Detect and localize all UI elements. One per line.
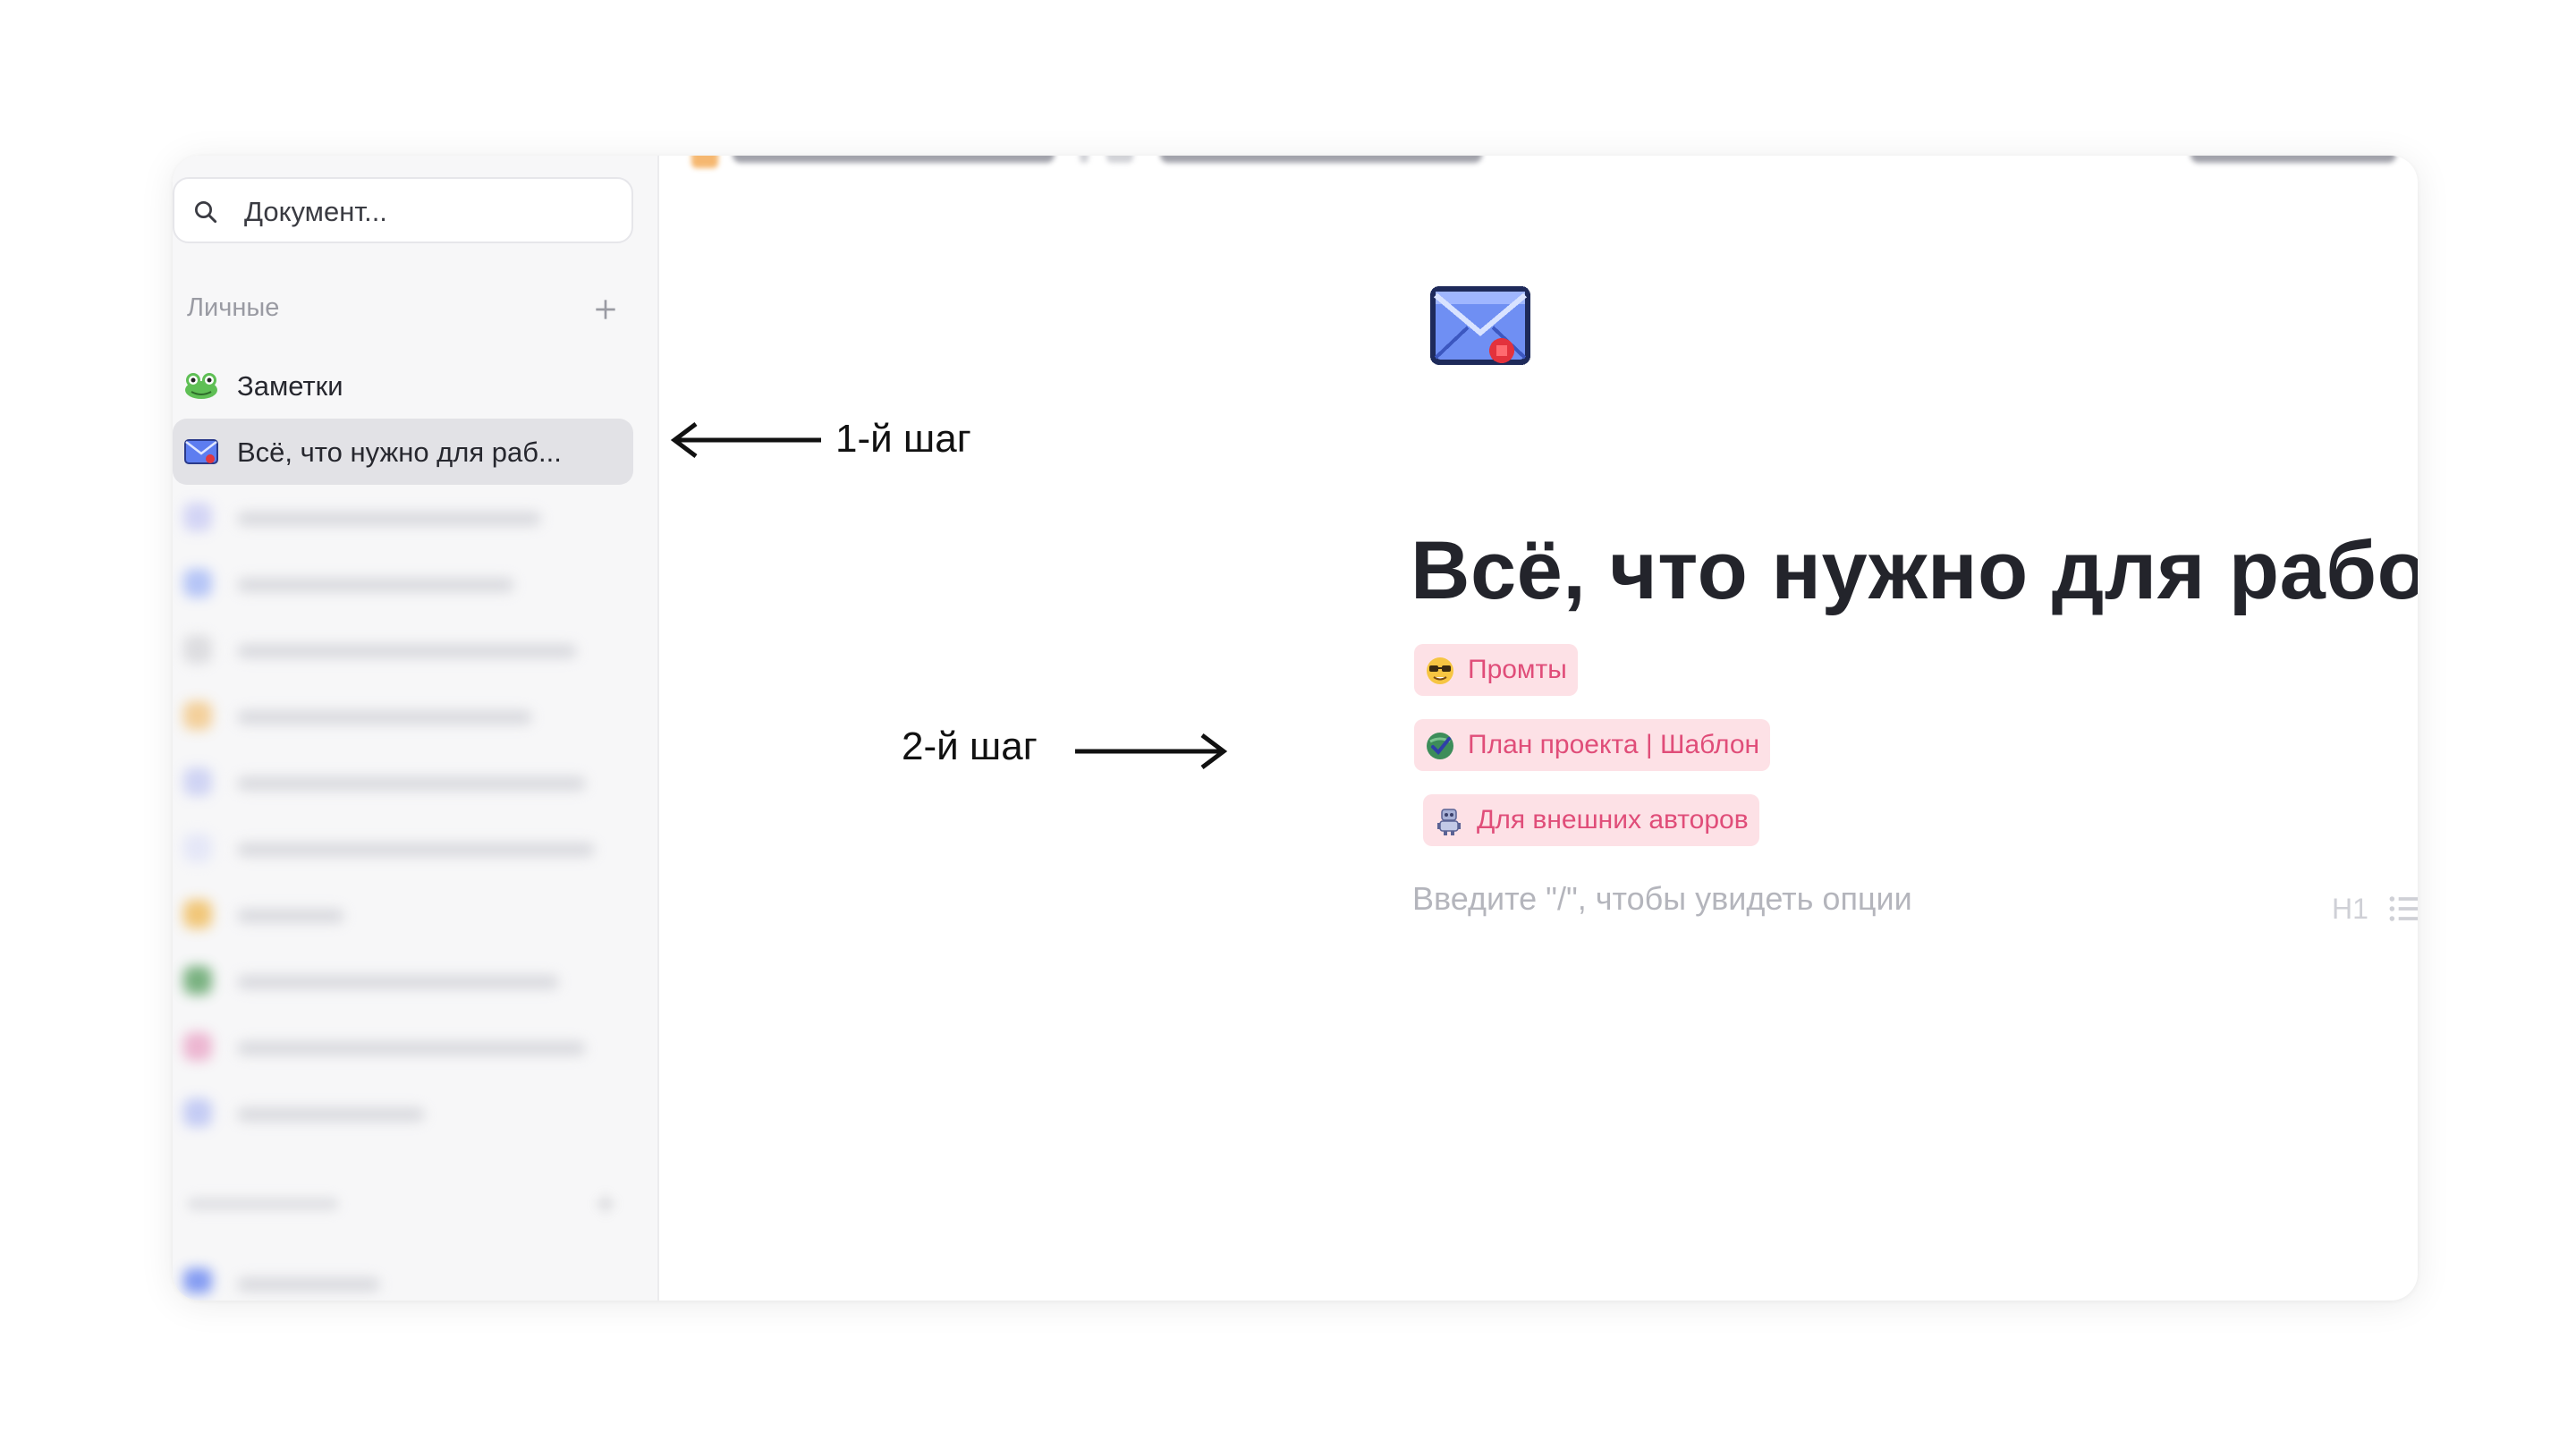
section-personal-label: Личные [187, 293, 280, 322]
blurred-icon [183, 701, 212, 730]
page-link-label: Промты [1468, 655, 1567, 684]
add-page-icon[interactable] [591, 1190, 620, 1218]
breadcrumb-icon [691, 156, 718, 168]
section-documents-header-obscured [187, 1184, 634, 1224]
breadcrumb-separator [1080, 156, 1089, 163]
page-link-external-authors[interactable]: Для внешних авторов [1423, 794, 1759, 846]
blurred-breadcrumb [1106, 156, 1133, 163]
blurred-label [237, 710, 532, 724]
blurred-icon [183, 1098, 212, 1127]
check-globe-icon [1427, 733, 1453, 759]
blurred-breadcrumb [733, 156, 1055, 163]
sidebar-item-label: Всё, что нужно для раб... [237, 436, 562, 468]
blurred-icon [183, 503, 212, 531]
stage: Личные Заметки [0, 0, 2576, 1449]
sidebar-item-obscured[interactable] [173, 1250, 633, 1301]
blurred-label [237, 578, 514, 592]
sidebar-item-work-essentials[interactable]: Всё, что нужно для раб... [173, 419, 633, 485]
page-title[interactable]: Всё, что нужно для работы [1411, 524, 2418, 618]
robot-icon [1437, 809, 1461, 835]
blurred-icon [183, 767, 212, 796]
search-box[interactable] [173, 177, 633, 243]
sidebar-item-obscured[interactable] [173, 816, 633, 882]
blurred-label [237, 1277, 380, 1292]
add-page-icon[interactable] [591, 295, 620, 324]
blurred-label [237, 975, 559, 989]
arrow-left-icon [670, 422, 821, 458]
list-icon[interactable] [2385, 889, 2418, 928]
frog-icon [185, 373, 217, 399]
page-link-label: Для внешних авторов [1477, 805, 1749, 835]
editor-placeholder[interactable]: Введите "/", чтобы увидеть опции [1412, 880, 1912, 918]
sidebar-item-obscured[interactable] [173, 882, 633, 948]
blurred-icon [183, 635, 212, 664]
envelope-icon[interactable] [1427, 281, 1534, 370]
sidebar-item-obscured[interactable] [173, 1080, 633, 1147]
breadcrumb-obscured [659, 156, 2418, 175]
sidebar-item-obscured[interactable] [173, 948, 633, 1014]
sidebar-item-obscured[interactable] [173, 551, 633, 617]
section-personal-header: Личные [187, 290, 634, 329]
search-input[interactable] [242, 191, 622, 233]
sidebar-item-label: Заметки [237, 370, 343, 402]
heading-button[interactable]: H1 [2332, 889, 2377, 928]
blurred-label [237, 1041, 586, 1055]
blurred-section-label [187, 1197, 339, 1211]
blurred-icon [183, 900, 212, 928]
blurred-icon [183, 1268, 212, 1293]
sidebar: Личные Заметки [173, 156, 659, 1301]
blurred-icon [183, 966, 212, 995]
sidebar-item-notes[interactable]: Заметки [173, 352, 633, 419]
blurred-label [237, 512, 541, 526]
blurred-label [237, 1107, 425, 1122]
blurred-label [237, 644, 577, 658]
blurred-label [237, 909, 344, 923]
arrow-right-icon [1075, 733, 1228, 769]
search-icon [195, 201, 217, 224]
blurred-label [237, 843, 595, 857]
blurred-icon [183, 834, 212, 862]
nerd-face-icon [1427, 657, 1453, 684]
blurred-edit-status [2190, 156, 2396, 163]
sidebar-item-obscured[interactable] [173, 485, 633, 551]
step-1-label: 1-й шаг [835, 417, 971, 461]
blurred-label [237, 776, 586, 791]
page-link-project-plan[interactable]: План проекта | Шаблон [1414, 719, 1771, 771]
page-link-prompts[interactable]: Промты [1414, 644, 1578, 696]
page-link-label: План проекта | Шаблон [1468, 730, 1760, 759]
block-toolbar: H1 [2332, 889, 2418, 934]
sidebar-item-obscured[interactable] [173, 1014, 633, 1080]
blurred-icon [183, 1032, 212, 1061]
sidebar-item-obscured[interactable] [173, 617, 633, 683]
app-window: Личные Заметки [173, 156, 2418, 1301]
step-2-label: 2-й шаг [902, 724, 1038, 768]
sidebar-item-obscured[interactable] [173, 683, 633, 750]
envelope-icon [184, 439, 218, 464]
blurred-icon [183, 569, 212, 597]
sidebar-item-obscured[interactable] [173, 750, 633, 816]
blurred-breadcrumb [1160, 156, 1482, 163]
